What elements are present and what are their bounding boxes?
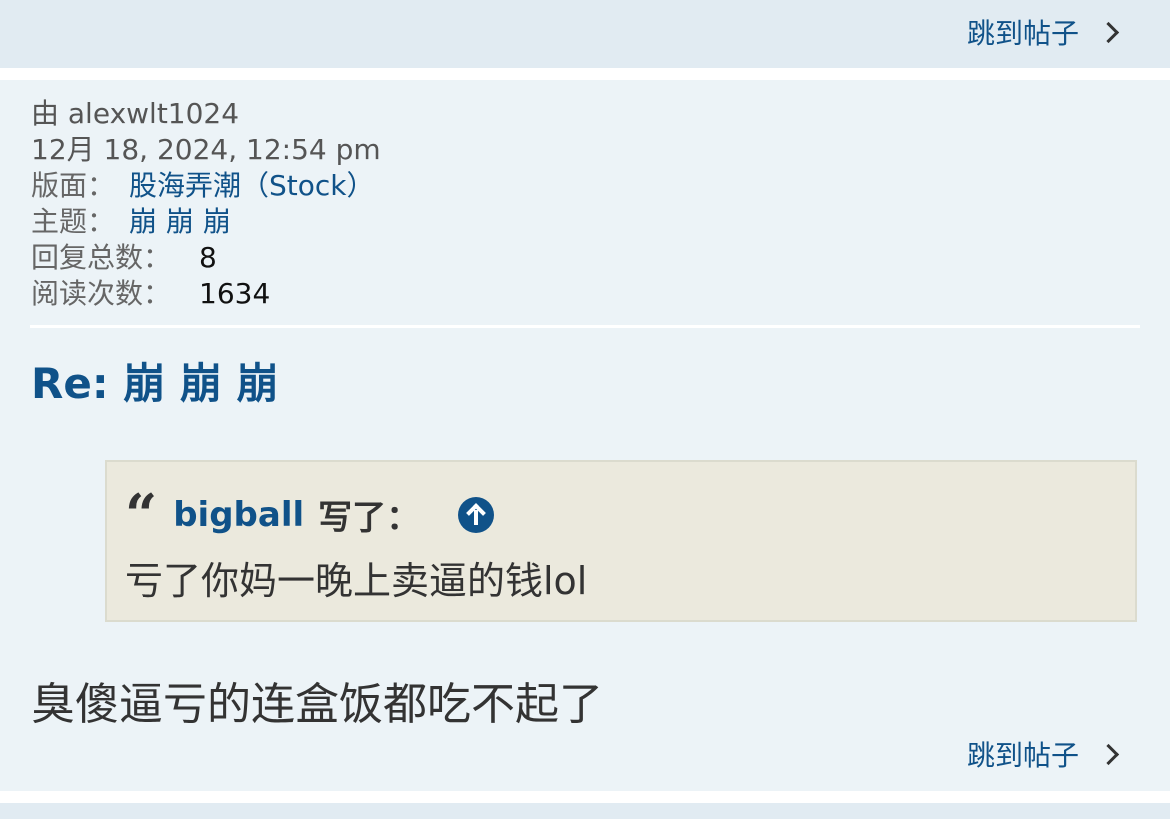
topic-link[interactable]: 崩 崩 崩 bbox=[129, 204, 231, 240]
jump-to-post-link-top[interactable]: 跳到帖子 bbox=[967, 12, 1122, 52]
replies-label: 回复总数： bbox=[31, 241, 172, 274]
quote-text: 亏了你妈一晚上卖逼的钱lol bbox=[125, 559, 588, 603]
topic-label: 主题： bbox=[31, 205, 116, 238]
quote-wrote-label: 写了： bbox=[318, 498, 421, 538]
author-line: 由 alexwlt1024 bbox=[31, 97, 240, 130]
replies-count: 8 bbox=[199, 241, 217, 274]
previous-post-footer: 跳到帖子 bbox=[0, 0, 1170, 68]
author-row: 由 alexwlt1024 bbox=[31, 96, 381, 132]
topic-row: 主题： 崩 崩 崩 bbox=[31, 204, 381, 240]
quote-block: “ bigball 写了： 亏了你妈一晚上卖逼的钱lol bbox=[105, 460, 1137, 622]
jump-to-post-label: 跳到帖子 bbox=[966, 17, 1079, 50]
next-post-header bbox=[0, 803, 1170, 819]
views-row: 阅读次数： 1634 bbox=[31, 276, 381, 312]
views-label: 阅读次数： bbox=[31, 277, 172, 310]
meta-divider bbox=[30, 325, 1140, 328]
post-datetime: 12月 18, 2024, 12:54 pm bbox=[31, 133, 381, 166]
replies-row: 回复总数： 8 bbox=[31, 240, 381, 276]
post-body: 臭傻逼亏的连盒饭都吃不起了 bbox=[31, 679, 603, 730]
datetime-row: 12月 18, 2024, 12:54 pm bbox=[31, 132, 381, 168]
quote-author-link[interactable]: bigball bbox=[173, 495, 304, 535]
chevron-right-icon bbox=[1097, 21, 1120, 43]
views-count: 1634 bbox=[199, 277, 271, 310]
arrow-up-circle-icon[interactable] bbox=[458, 496, 495, 533]
quote-header: “ bigball 写了： bbox=[125, 481, 495, 548]
jump-to-post-link-bottom[interactable]: 跳到帖子 bbox=[967, 734, 1122, 774]
forum-row: 版面： 股海弄潮（Stock） bbox=[31, 168, 381, 204]
post-meta: 由 alexwlt1024 12月 18, 2024, 12:54 pm 版面：… bbox=[31, 96, 381, 312]
chevron-right-icon bbox=[1097, 743, 1120, 765]
forum-label: 版面： bbox=[31, 169, 116, 202]
jump-to-post-label: 跳到帖子 bbox=[966, 739, 1079, 772]
post-title[interactable]: Re: 崩 崩 崩 bbox=[31, 350, 279, 411]
forum-link[interactable]: 股海弄潮（Stock） bbox=[129, 168, 375, 204]
quote-icon: “ bbox=[125, 481, 158, 548]
